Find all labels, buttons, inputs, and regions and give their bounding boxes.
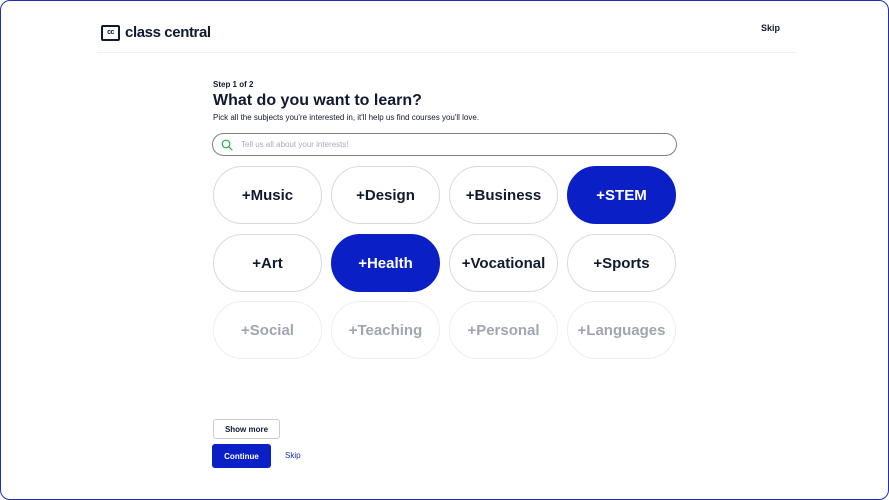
subject-sports[interactable]: +Sports (567, 234, 676, 292)
subject-personal[interactable]: +Personal (449, 301, 558, 359)
subject-music[interactable]: +Music (213, 166, 322, 224)
subject-stem[interactable]: +STEM (567, 166, 676, 224)
header: cc class central Skip (97, 14, 796, 53)
show-more-button[interactable]: Show more (213, 419, 280, 439)
footer-skip-link[interactable]: Skip (285, 451, 301, 460)
continue-button[interactable]: Continue (212, 444, 271, 468)
subject-languages[interactable]: +Languages (567, 301, 676, 359)
subject-health[interactable]: +Health (331, 234, 440, 292)
logo-mark-icon: cc (101, 24, 120, 41)
header-skip-link[interactable]: Skip (761, 23, 780, 33)
class-central-logo[interactable]: cc class central (101, 24, 211, 41)
subject-vocational[interactable]: +Vocational (449, 234, 558, 292)
logo-text: class central (125, 24, 211, 41)
subject-business[interactable]: +Business (449, 166, 558, 224)
step-indicator: Step 1 of 2 (213, 80, 254, 89)
subject-teaching[interactable]: +Teaching (331, 301, 440, 359)
search-input[interactable] (239, 139, 643, 150)
subject-social[interactable]: +Social (213, 301, 322, 359)
search-icon (221, 139, 233, 151)
subject-design[interactable]: +Design (331, 166, 440, 224)
page-title: What do you want to learn? (213, 92, 422, 109)
app-frame (0, 0, 889, 500)
interests-search[interactable] (212, 133, 677, 156)
page-subtitle: Pick all the subjects you're interested … (213, 113, 480, 122)
subject-art[interactable]: +Art (213, 234, 322, 292)
